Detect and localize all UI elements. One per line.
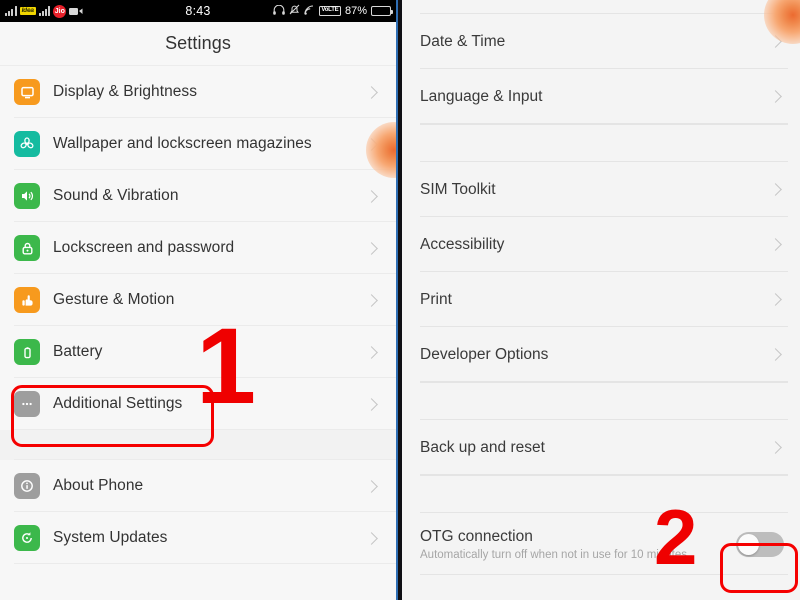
sidebar-item-gesture-motion[interactable]: Gesture & Motion: [0, 274, 396, 326]
alarm-muted-icon: [289, 2, 300, 20]
chevron-right-icon: [365, 137, 378, 151]
hand-gesture-icon: [14, 287, 40, 313]
ellipsis-icon: [14, 391, 40, 417]
list-section-gap: [402, 475, 800, 513]
list-section-gap: [402, 124, 800, 162]
list-section-gap: [0, 430, 396, 460]
chevron-right-icon: [365, 531, 378, 545]
chevron-right-icon: [769, 293, 782, 306]
battery-icon: [371, 6, 393, 16]
cast-icon: [304, 2, 315, 20]
sidebar-item-label: About Phone: [53, 477, 144, 494]
sidebar-item-date-time[interactable]: Date & Time: [402, 14, 800, 69]
chevron-right-icon: [365, 479, 378, 493]
list-top-divider: [402, 0, 800, 14]
otg-subtitle: Automatically turn off when not in use f…: [420, 548, 687, 561]
chevron-right-icon: [365, 241, 378, 255]
sidebar-item-display-brightness[interactable]: Display & Brightness: [0, 66, 396, 118]
otg-connection-row[interactable]: OTG connection Automatically turn off wh…: [402, 513, 800, 575]
chevron-right-icon: [365, 85, 378, 99]
sidebar-item-sim-toolkit[interactable]: SIM Toolkit: [402, 162, 800, 217]
sidebar-item-print[interactable]: Print: [402, 272, 800, 327]
chevron-right-icon: [769, 183, 782, 196]
sidebar-item-system-updates[interactable]: System Updates: [0, 512, 396, 564]
sidebar-item-label: Back up and reset: [420, 438, 545, 456]
sidebar-item-backup-reset[interactable]: Back up and reset: [402, 420, 800, 475]
sidebar-item-label: Developer Options: [420, 345, 549, 363]
sidebar-item-label: Language & Input: [420, 87, 543, 105]
sidebar-item-label: Sound & Vibration: [53, 187, 179, 204]
headphones-icon: [273, 2, 285, 20]
otg-label: OTG connection: [420, 527, 533, 545]
list-section-gap: [402, 382, 800, 420]
sidebar-item-label: Gesture & Motion: [53, 291, 175, 308]
sidebar-item-lockscreen-password[interactable]: Lockscreen and password: [0, 222, 396, 274]
sidebar-item-battery[interactable]: Battery: [0, 326, 396, 378]
sidebar-item-label: SIM Toolkit: [420, 180, 496, 198]
toggle-knob: [738, 533, 759, 555]
chevron-right-icon: [769, 35, 782, 48]
sidebar-item-label: System Updates: [53, 529, 168, 546]
battery-icon: [14, 339, 40, 365]
flower-icon: [14, 131, 40, 157]
sidebar-item-label: Additional Settings: [53, 395, 183, 412]
speaker-icon: [14, 183, 40, 209]
otg-toggle-switch[interactable]: [736, 531, 784, 557]
sidebar-item-label: Wallpaper and lockscreen magazines: [53, 135, 312, 152]
chevron-right-icon: [769, 348, 782, 361]
chevron-right-icon: [365, 397, 378, 411]
battery-percent-label: 87%: [344, 5, 367, 17]
sidebar-item-label: Date & Time: [420, 32, 506, 50]
sidebar-item-accessibility[interactable]: Accessibility: [402, 217, 800, 272]
chevron-right-icon: [365, 189, 378, 203]
left-phone-panel: Idea Jio 8:43 VoLTE 87% Settings Display…: [0, 0, 396, 600]
sidebar-item-developer-options[interactable]: Developer Options: [402, 327, 800, 382]
left-settings-list: Display & Brightness Wallpaper and locks…: [0, 66, 396, 564]
right-phone-panel: Date & Time Language & Input SIM Toolkit…: [402, 0, 800, 600]
status-bar-right: VoLTE 87%: [273, 2, 393, 20]
chevron-right-icon: [769, 238, 782, 251]
sidebar-item-label: Lockscreen and password: [53, 239, 235, 256]
sidebar-item-wallpaper-magazines[interactable]: Wallpaper and lockscreen magazines: [0, 118, 396, 170]
chevron-right-icon: [365, 293, 378, 307]
sidebar-item-label: Accessibility: [420, 235, 505, 253]
chevron-right-icon: [769, 441, 782, 454]
lock-icon: [14, 235, 40, 261]
settings-title-bar: Settings: [0, 22, 396, 66]
sidebar-item-sound-vibration[interactable]: Sound & Vibration: [0, 170, 396, 222]
volte-icon: VoLTE: [318, 5, 341, 17]
dual-phone-screenshot: Idea Jio 8:43 VoLTE 87% Settings Display…: [0, 0, 800, 600]
chevron-right-icon: [769, 90, 782, 103]
refresh-icon: [14, 525, 40, 551]
sidebar-item-about-phone[interactable]: About Phone: [0, 460, 396, 512]
sidebar-item-additional-settings[interactable]: Additional Settings: [0, 378, 396, 430]
sidebar-item-language-input[interactable]: Language & Input: [402, 69, 800, 124]
page-title: Settings: [165, 33, 231, 53]
otg-text-block: OTG connection Automatically turn off wh…: [420, 528, 736, 561]
info-icon: [14, 473, 40, 499]
chevron-right-icon: [365, 345, 378, 359]
sidebar-item-label: Battery: [53, 343, 103, 360]
sidebar-item-label: Print: [420, 290, 452, 308]
sidebar-item-label: Display & Brightness: [53, 83, 198, 100]
status-bar: Idea Jio 8:43 VoLTE 87%: [0, 0, 396, 22]
monitor-icon: [14, 79, 40, 105]
